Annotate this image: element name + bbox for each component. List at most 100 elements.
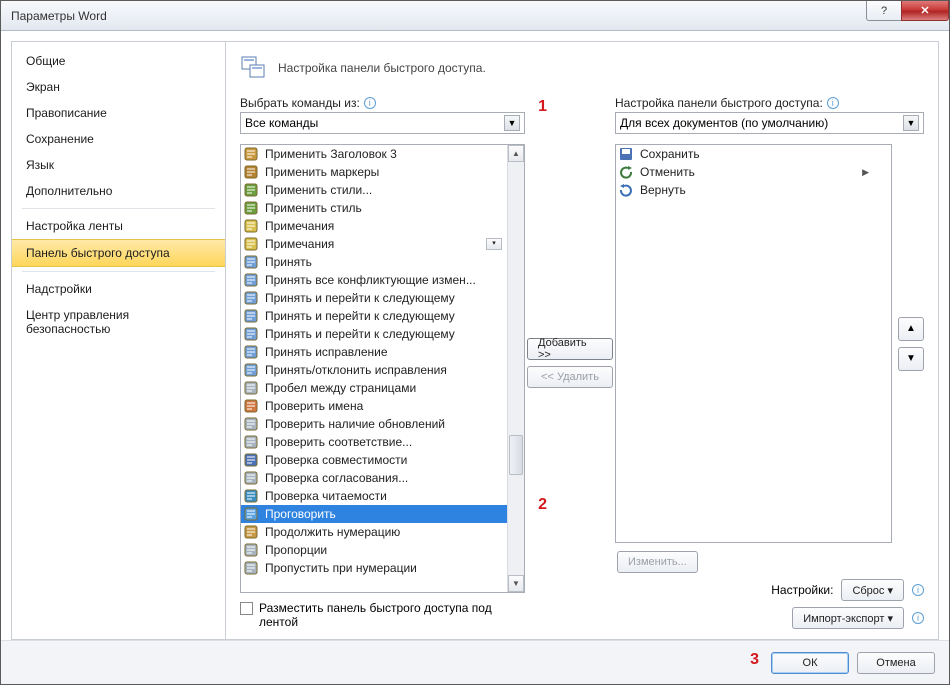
move-down-button[interactable]: ▼ [898,347,924,371]
command-icon [243,380,259,396]
help-button[interactable]: ? [866,1,902,21]
command-item[interactable]: Проверить имена [241,397,524,415]
command-icon [243,218,259,234]
command-item[interactable]: Проверить соответствие... [241,433,524,451]
cancel-button[interactable]: Отмена [857,652,935,674]
command-icon [243,254,259,270]
scroll-down-button[interactable]: ▼ [508,575,524,592]
command-label: Проверка совместимости [265,453,407,467]
command-label: Проверить соответствие... [265,435,412,449]
command-item[interactable]: Проверить наличие обновлений [241,415,524,433]
command-icon [243,398,259,414]
command-icon [243,506,259,522]
command-item[interactable]: Примечания▾ [241,235,524,253]
command-item[interactable]: Применить стиль [241,199,524,217]
reset-button[interactable]: Сброс ▾ [841,579,904,601]
command-item[interactable]: Применить стили... [241,181,524,199]
command-item[interactable]: Принять и перейти к следующему [241,307,524,325]
sidebar-item-language[interactable]: Язык [12,152,225,178]
command-icon [243,182,259,198]
remove-button[interactable]: << Удалить [527,366,613,388]
command-item[interactable]: Принять и перейти к следующему [241,289,524,307]
info-icon[interactable]: i [827,97,839,109]
scroll-thumb[interactable] [509,435,523,475]
commands-from-dropdown[interactable]: Все команды ▼ [240,112,525,134]
add-button[interactable]: Добавить >> [527,338,613,360]
command-item[interactable]: Проверка согласования... [241,469,524,487]
qat-item-icon [618,182,634,198]
command-item[interactable]: Принять [241,253,524,271]
command-item[interactable]: Принять все конфликтующие измен... [241,271,524,289]
command-label: Проверить имена [265,399,363,413]
ok-button[interactable]: ОК [771,652,849,674]
sidebar-item-advanced[interactable]: Дополнительно [12,178,225,204]
command-label: Применить маркеры [265,165,379,179]
command-item[interactable]: Пропорции [241,541,524,559]
qat-item-label: Отменить [640,165,695,179]
command-label: Проверка согласования... [265,471,408,485]
settings-label: Настройки: [771,583,833,597]
commands-from-value: Все команды [245,116,318,130]
command-icon [243,416,259,432]
sidebar-item-ribbon[interactable]: Настройка ленты [12,213,225,239]
command-label: Применить Заголовок 3 [265,147,397,161]
sidebar-item-trustcenter[interactable]: Центр управления безопасностью [12,302,225,342]
options-dialog: Параметры Word ? ✕ Общие Экран Правописа… [0,0,950,685]
command-icon [243,290,259,306]
command-label: Примечания [265,219,334,233]
sidebar-item-addins[interactable]: Надстройки [12,276,225,302]
qat-item-icon [618,164,634,180]
command-item[interactable]: Пробел между страницами [241,379,524,397]
command-icon [243,344,259,360]
sidebar-item-proofing[interactable]: Правописание [12,100,225,126]
sidebar-item-general[interactable]: Общие [12,48,225,74]
command-item[interactable]: Проговорить [241,505,524,523]
command-label: Примечания [265,237,334,251]
columns: Выбрать команды из: i Все команды ▼ 1 Пр… [240,96,924,629]
command-icon [243,236,259,252]
sidebar-item-qat[interactable]: Панель быстрого доступа [12,239,225,267]
info-icon[interactable]: i [912,584,924,596]
command-icon [243,308,259,324]
heading-row: Настройка панели быстрого доступа. [240,54,924,82]
below-ribbon-checkbox[interactable] [240,602,253,615]
qat-listbox[interactable]: Сохранить Отменить ▶ Вернуть [615,144,892,543]
commands-listbox[interactable]: Применить Заголовок 3 Применить маркеры Пр… [240,144,525,593]
command-item[interactable]: Принять/отклонить исправления [241,361,524,379]
command-icon [243,362,259,378]
qat-item[interactable]: Отменить ▶ [616,163,891,181]
close-button[interactable]: ✕ [901,1,949,21]
command-item[interactable]: Пропустить при нумерации [241,559,524,577]
qat-item[interactable]: Вернуть [616,181,891,199]
command-label: Пробел между страницами [265,381,416,395]
scroll-up-button[interactable]: ▲ [508,145,524,162]
command-label: Пропорции [265,543,327,557]
command-label: Принять [265,255,312,269]
move-up-button[interactable]: ▲ [898,317,924,341]
command-item[interactable]: Проверка совместимости [241,451,524,469]
modify-button[interactable]: Изменить... [617,551,698,573]
import-export-button[interactable]: Импорт-экспорт ▾ [792,607,904,629]
command-item[interactable]: Принять и перейти к следующему [241,325,524,343]
sidebar-separator [22,271,215,272]
command-item[interactable]: Применить Заголовок 3 [241,145,524,163]
middle-column: Добавить >> << Удалить [525,96,615,629]
annotation-3: 3 [750,651,759,669]
customize-qat-dropdown[interactable]: Для всех документов (по умолчанию) ▼ [615,112,924,134]
qat-item[interactable]: Сохранить [616,145,891,163]
info-icon[interactable]: i [912,612,924,624]
command-item[interactable]: Продолжить нумерацию [241,523,524,541]
sidebar-item-save[interactable]: Сохранение [12,126,225,152]
command-item[interactable]: Принять исправление [241,343,524,361]
command-item[interactable]: Применить маркеры [241,163,524,181]
titlebar-buttons: ? ✕ [867,1,949,21]
window-title: Параметры Word [1,9,107,23]
info-icon[interactable]: i [364,97,376,109]
scrollbar[interactable]: ▲ ▼ [507,145,524,592]
command-item[interactable]: Примечания [241,217,524,235]
submenu-arrow-icon: ▶ [862,167,887,178]
annotation-1: 1 [538,98,547,116]
command-label: Принять все конфликтующие измен... [265,273,476,287]
command-item[interactable]: Проверка читаемости [241,487,524,505]
sidebar-item-display[interactable]: Экран [12,74,225,100]
